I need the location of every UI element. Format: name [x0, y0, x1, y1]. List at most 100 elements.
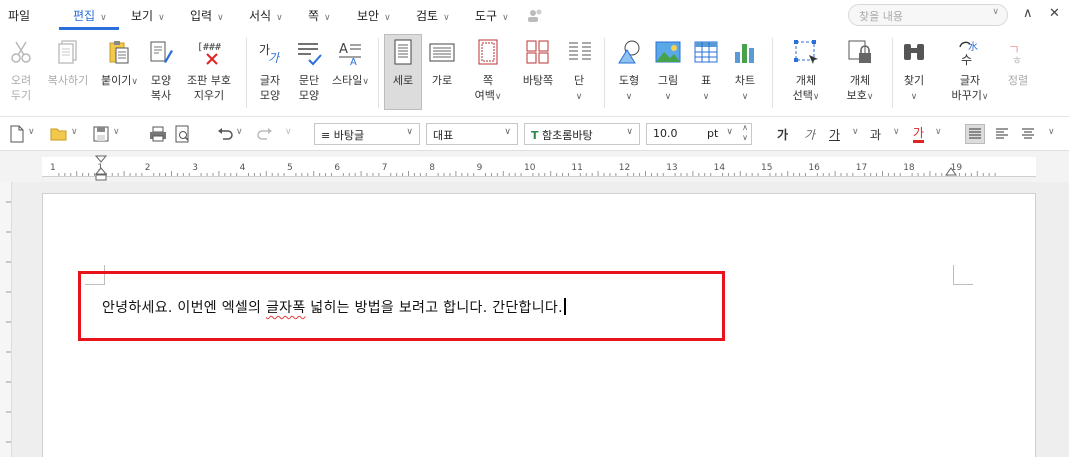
chevron-down-icon: ∨	[100, 13, 107, 23]
menu-edit[interactable]: 편집 ∨	[73, 7, 107, 24]
redo-icon[interactable]	[256, 125, 274, 143]
style-button[interactable]: A A 스타일∨	[332, 38, 369, 90]
new-document-icon[interactable]	[8, 125, 26, 143]
print-preview-icon[interactable]	[173, 125, 191, 143]
ribbon-separator	[892, 38, 893, 108]
landscape-button[interactable]: 가로	[428, 38, 456, 88]
chevron-down-icon[interactable]: ∨	[71, 127, 78, 137]
chevron-down-icon: ∨	[158, 13, 165, 23]
page-margin-button[interactable]: 쪽 여백∨	[470, 38, 506, 105]
menu-review[interactable]: 검토 ∨	[416, 7, 450, 24]
chevron-down-icon[interactable]: ∨	[1048, 127, 1055, 137]
align-center-icon[interactable]	[1019, 125, 1037, 143]
bold-button[interactable]: 가	[777, 126, 788, 143]
chevron-down-icon[interactable]: ∨	[28, 127, 35, 137]
menu-security[interactable]: 보안 ∨	[357, 7, 391, 24]
landscape-page-icon	[429, 43, 455, 62]
menu-bar: 파일 편집 ∨ 보기 ∨ 입력 ∨ 서식 ∨ 쪽 ∨ 보안 ∨ 검토 ∨ 도구 ∨ 찾을 내용 …	[0, 0, 1069, 30]
find-button[interactable]: 찾기 ∨	[900, 38, 928, 105]
chevron-down-icon: ∨	[217, 13, 224, 23]
ruler-number: 3	[192, 163, 198, 173]
sort-button[interactable]: ㄱ ㅎ 정렬	[1003, 38, 1033, 88]
ribbon-collapse-icon[interactable]: ∧	[1023, 6, 1033, 21]
copy-button[interactable]: 복사하기	[44, 38, 92, 88]
ruler-number: 13	[666, 163, 677, 173]
underline-button[interactable]: 가	[829, 126, 840, 143]
style-select[interactable]: ≡ 바탕글 ∨	[314, 123, 420, 145]
menu-input[interactable]: 입력 ∨	[190, 7, 224, 24]
copy-icon	[58, 40, 77, 64]
font-size-input[interactable]: 10.0 pt ∨ ∧ ∨	[646, 123, 752, 145]
chevron-down-icon[interactable]: ∨	[236, 127, 243, 137]
strikethrough-button[interactable]: 과	[870, 126, 881, 143]
users-icon[interactable]	[527, 8, 543, 22]
table-button[interactable]: 표 ∨	[692, 38, 720, 105]
horizontal-ruler[interactable]: 1 1 2 3 4 5 6 7 8 9 10 11 12 13 14 15 16 17 18 19	[42, 157, 1036, 177]
chevron-down-icon: ∨	[443, 13, 450, 23]
font-select[interactable]: T 함초롬바탕 ∨	[524, 123, 640, 145]
chevron-down-icon[interactable]: ∨	[285, 127, 292, 137]
font-color-button[interactable]: 가	[913, 126, 925, 143]
cut-button[interactable]: 오려 두기	[5, 38, 37, 103]
chevron-down-icon[interactable]: ∨	[852, 127, 859, 137]
paste-button[interactable]: 붙이기∨	[101, 38, 138, 90]
vertical-ruler[interactable]	[0, 182, 12, 457]
open-folder-icon[interactable]	[50, 125, 68, 143]
format-copy-button[interactable]: 모양 복사	[145, 38, 177, 103]
style-icon: A A	[339, 42, 361, 68]
background-page-button[interactable]: 바탕쪽	[520, 38, 556, 88]
chevron-down-icon[interactable]: ∨	[935, 127, 942, 137]
document-page[interactable]: 안녕하세요. 이번엔 엑셀의 글자폭 넓히는 방법을 보려고 합니다. 간단합니…	[42, 193, 1036, 457]
spin-down-icon[interactable]: ∨	[742, 133, 748, 142]
horizontal-ruler-area: 1 1 2 3 4 5 6 7 8 9 10 11 12 13 14 15 16 17 18 19	[0, 150, 1069, 182]
char-shape-button[interactable]: 가 가 글자 모양	[254, 38, 286, 103]
right-indent-marker-icon[interactable]	[945, 167, 957, 179]
chevron-down-icon: ∨	[502, 13, 509, 23]
format-painter-icon	[150, 41, 173, 63]
portrait-button[interactable]: 세로	[384, 34, 422, 110]
search-input[interactable]: 찾을 내용 ∨	[848, 4, 1008, 26]
chart-button[interactable]: 차트 ∨	[730, 38, 760, 105]
spin-up-icon[interactable]: ∧	[742, 123, 748, 132]
chevron-down-icon[interactable]: ∨	[113, 127, 120, 137]
char-shape-icon: 가 가	[259, 43, 281, 65]
ribbon: 오려 두기 복사하기 붙이기∨ 모양 복사 [### 조판 부호 지우기 가 가…	[0, 30, 1069, 116]
undo-icon[interactable]	[216, 125, 234, 143]
italic-button[interactable]: 가	[804, 126, 815, 143]
close-icon[interactable]: ✕	[1049, 6, 1060, 21]
para-shape-button[interactable]: 문단 모양	[293, 38, 325, 103]
ruler-number: 18	[903, 163, 915, 173]
spell-error-word[interactable]: 글자폭	[266, 300, 306, 316]
replace-char-button[interactable]: 水 수 글자 바꾸기∨	[948, 38, 992, 105]
document-text[interactable]: 안녕하세요. 이번엔 엑셀의 글자폭 넓히는 방법을 보려고 합니다. 간단합니…	[102, 297, 566, 317]
paste-icon	[109, 41, 129, 64]
bar-chart-icon	[735, 44, 754, 63]
object-select-button[interactable]: 개체 선택∨	[786, 38, 826, 105]
object-protect-button[interactable]: 개체 보호∨	[840, 38, 880, 105]
picture-button[interactable]: 그림 ∨	[653, 38, 683, 105]
menu-format[interactable]: 서식 ∨	[249, 7, 283, 24]
menu-view[interactable]: 보기 ∨	[131, 7, 165, 24]
align-left-icon[interactable]	[993, 125, 1011, 143]
para-shape-icon	[298, 43, 322, 66]
print-icon[interactable]	[149, 125, 167, 143]
menu-tools[interactable]: 도구 ∨	[475, 7, 509, 24]
ribbon-separator	[772, 38, 773, 108]
clear-codes-button[interactable]: [###] 조판 부호지우기	[184, 38, 234, 103]
ruler-number: 12	[619, 163, 630, 173]
save-icon[interactable]	[92, 125, 110, 143]
indent-marker-icon[interactable]	[95, 155, 107, 181]
ruler-number: 1	[50, 163, 56, 173]
picture-icon	[655, 41, 681, 63]
sort-icon: ㄱ ㅎ	[1008, 43, 1022, 67]
shape-button[interactable]: 도형 ∨	[614, 38, 644, 105]
columns-button[interactable]: 단 ∨	[566, 38, 592, 105]
chevron-down-icon[interactable]: ∨	[893, 127, 900, 137]
menu-page[interactable]: 쪽 ∨	[308, 7, 331, 24]
ruler-number: 4	[240, 163, 246, 173]
language-select[interactable]: 대표 ∨	[426, 123, 518, 145]
chevron-down-icon[interactable]: ∨	[992, 7, 999, 17]
ruler-number: 15	[761, 163, 772, 173]
align-justify-icon[interactable]	[965, 124, 985, 144]
menu-file[interactable]: 파일	[8, 7, 30, 24]
